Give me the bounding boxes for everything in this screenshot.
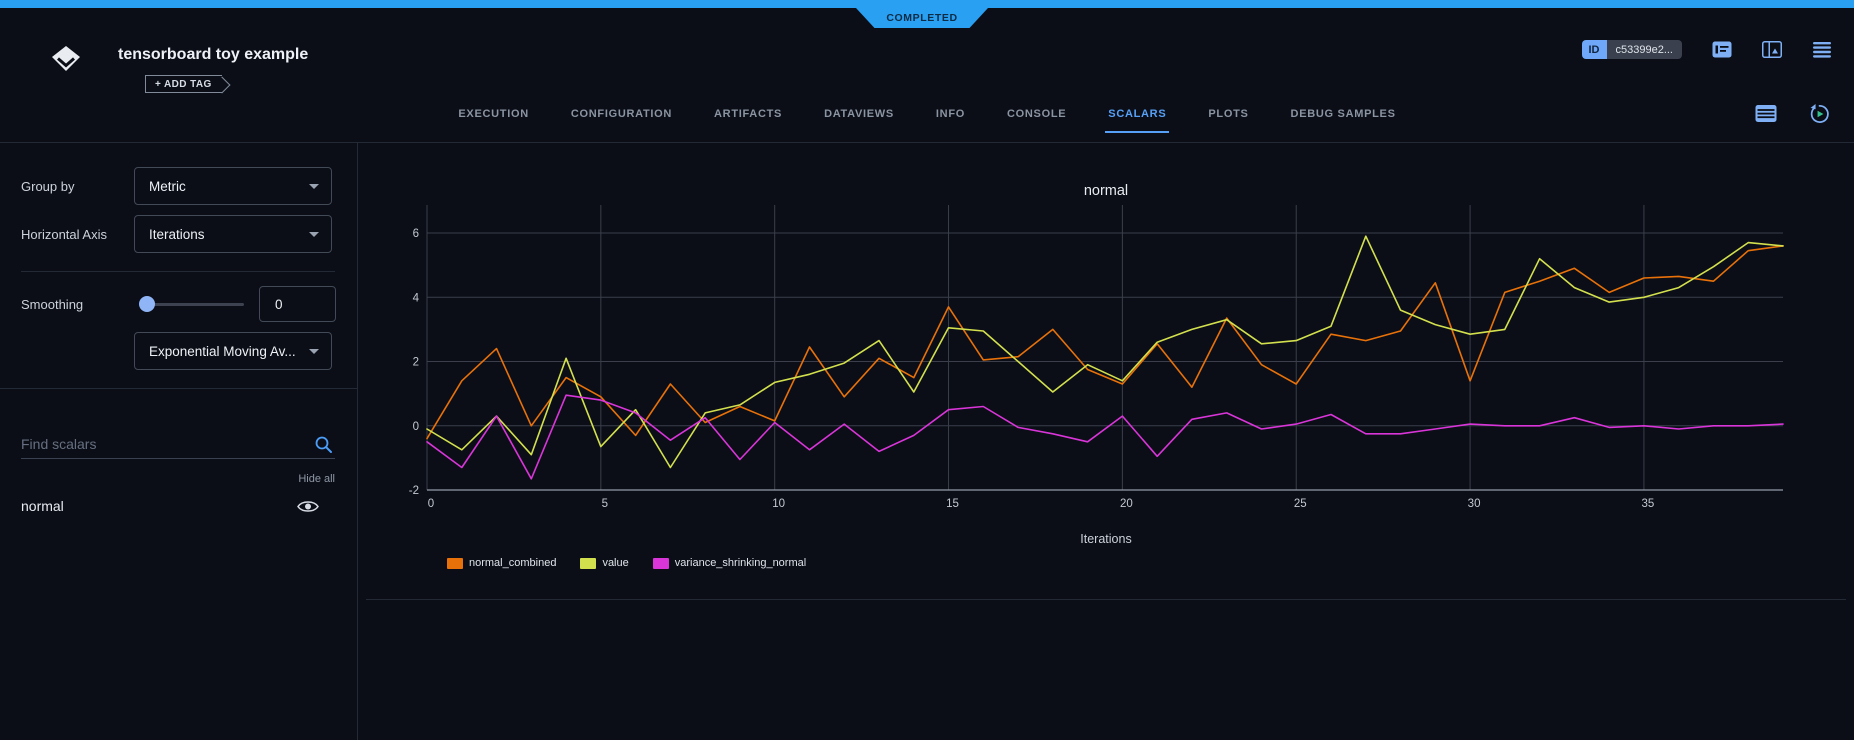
chevron-down-icon — [309, 349, 319, 354]
svg-text:35: 35 — [1642, 498, 1655, 510]
metric-row-normal: normal — [21, 498, 335, 514]
tab-dataviews[interactable]: DATAVIEWS — [824, 85, 894, 142]
header-right: ID c53399e2... — [1582, 8, 1833, 59]
legend-item-value[interactable]: value — [580, 557, 628, 569]
chart-legend: normal_combined value variance_shrinking… — [447, 557, 806, 569]
tab-console[interactable]: CONSOLE — [1007, 85, 1066, 142]
slider-track[interactable] — [140, 303, 244, 306]
chevron-down-icon — [309, 232, 319, 237]
horizontal-axis-label: Horizontal Axis — [21, 227, 134, 242]
tab-plots[interactable]: PLOTS — [1208, 85, 1248, 142]
search-icon[interactable] — [314, 435, 333, 454]
content: Group by Metric Horizontal Axis Iteratio… — [0, 143, 1854, 740]
slider-thumb[interactable] — [139, 296, 155, 312]
chevron-down-icon — [309, 184, 319, 189]
scalar-search — [21, 429, 335, 459]
tabbar-toolbar — [1755, 103, 1830, 124]
details-panel-icon[interactable] — [1762, 41, 1782, 58]
x-axis-label: Iterations — [366, 532, 1846, 546]
tab-execution[interactable]: EXECUTION — [458, 85, 528, 142]
group-by-row: Group by Metric — [0, 167, 357, 205]
legend-label: value — [602, 557, 628, 569]
smoothing-value-input[interactable] — [259, 286, 336, 322]
comment-icon[interactable] — [1712, 41, 1732, 58]
smoothing-label: Smoothing — [21, 297, 134, 312]
divider — [0, 388, 357, 389]
status-badge: COMPLETED — [856, 8, 988, 28]
smoothing-row: Smoothing — [0, 286, 357, 322]
tab-info[interactable]: INFO — [936, 85, 965, 142]
svg-text:2: 2 — [413, 357, 419, 369]
auto-refresh-icon[interactable] — [1809, 103, 1830, 124]
tab-scalars[interactable]: SCALARS — [1108, 85, 1166, 142]
tab-configuration[interactable]: CONFIGURATION — [571, 85, 672, 142]
visibility-eye-icon[interactable] — [297, 499, 319, 514]
tab-artifacts[interactable]: ARTIFACTS — [714, 85, 782, 142]
top-accent-bar: COMPLETED — [0, 0, 1854, 8]
scalar-chart-card: normal -2024605101520253035 Iterations n… — [366, 143, 1846, 600]
svg-text:4: 4 — [413, 292, 420, 304]
svg-text:10: 10 — [772, 498, 785, 510]
svg-text:30: 30 — [1468, 498, 1481, 510]
metric-name: normal — [21, 498, 64, 514]
id-label: ID — [1582, 40, 1607, 59]
legend-item-normal-combined[interactable]: normal_combined — [447, 557, 556, 569]
legend-label: normal_combined — [469, 557, 556, 569]
horizontal-axis-row: Horizontal Axis Iterations — [0, 215, 357, 253]
group-by-select[interactable]: Metric — [134, 167, 332, 205]
legend-swatch — [580, 558, 596, 569]
menu-icon[interactable] — [1812, 41, 1832, 58]
group-by-label: Group by — [21, 179, 134, 194]
svg-text:15: 15 — [946, 498, 959, 510]
main-panel: normal -2024605101520253035 Iterations n… — [358, 143, 1854, 740]
svg-text:0: 0 — [413, 421, 419, 433]
experiment-id-chip[interactable]: ID c53399e2... — [1582, 40, 1683, 59]
smoothing-slider[interactable] — [140, 296, 244, 312]
horizontal-axis-value: Iterations — [149, 227, 205, 242]
id-value: c53399e2... — [1607, 40, 1683, 59]
horizontal-axis-select[interactable]: Iterations — [134, 215, 332, 253]
svg-text:5: 5 — [602, 498, 608, 510]
smoothing-method-select[interactable]: Exponential Moving Av... — [134, 332, 332, 370]
smoothing-method-row: Exponential Moving Av... — [0, 332, 357, 370]
tab-bar: EXECUTION CONFIGURATION ARTIFACTS DATAVI… — [0, 85, 1854, 143]
group-by-value: Metric — [149, 179, 186, 194]
hide-all-button[interactable]: Hide all — [0, 473, 335, 485]
header-left: tensorboard toy example + ADD TAG — [50, 8, 308, 85]
legend-item-variance-shrinking-normal[interactable]: variance_shrinking_normal — [653, 557, 806, 569]
tab-list: EXECUTION CONFIGURATION ARTIFACTS DATAVI… — [0, 85, 1854, 142]
experiment-title: tensorboard toy example — [118, 44, 308, 66]
legend-swatch — [653, 558, 669, 569]
app-logo-icon — [50, 45, 82, 73]
smoothing-method-value: Exponential Moving Av... — [149, 344, 296, 359]
svg-text:6: 6 — [413, 228, 419, 240]
svg-text:20: 20 — [1120, 498, 1133, 510]
svg-text:0: 0 — [428, 498, 434, 510]
search-input[interactable] — [21, 429, 335, 458]
table-view-icon[interactable] — [1755, 105, 1777, 123]
svg-text:25: 25 — [1294, 498, 1307, 510]
tab-debug-samples[interactable]: DEBUG SAMPLES — [1291, 85, 1396, 142]
divider — [21, 271, 335, 272]
legend-label: variance_shrinking_normal — [675, 557, 806, 569]
svg-text:-2: -2 — [409, 485, 419, 497]
sidebar: Group by Metric Horizontal Axis Iteratio… — [0, 143, 358, 740]
legend-swatch — [447, 558, 463, 569]
